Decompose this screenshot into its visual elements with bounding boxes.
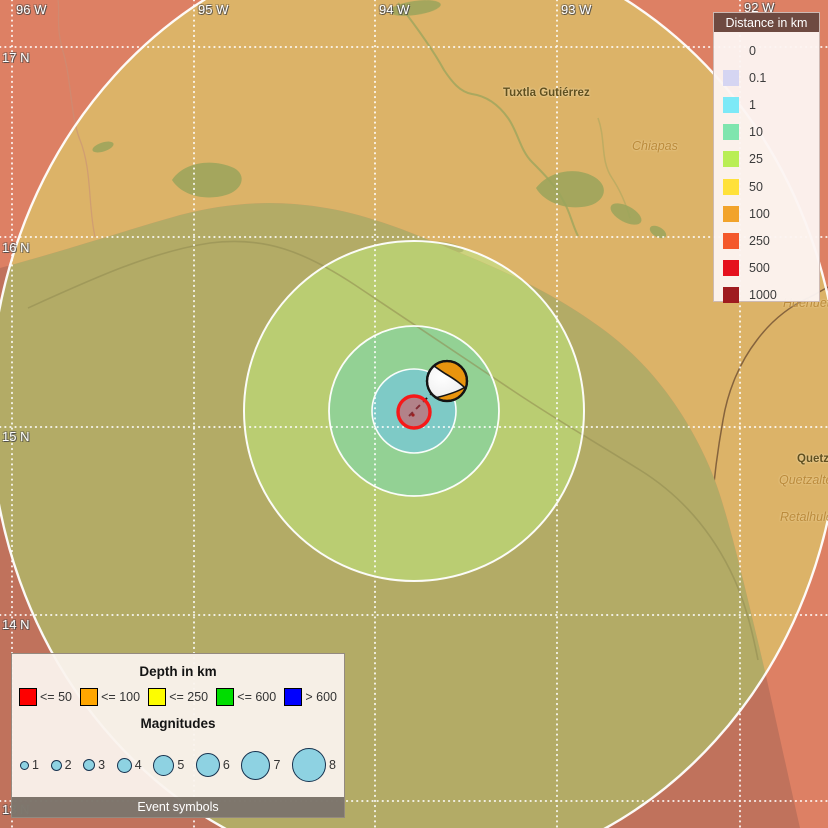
distance-swatch [723, 287, 739, 303]
magnitude-label: 7 [273, 758, 280, 772]
distance-value: 500 [749, 261, 770, 275]
distance-swatch [723, 124, 739, 140]
magnitude-item: 8 [292, 748, 336, 782]
distance-legend-row: 100 [723, 200, 819, 227]
depth-class-label: > 600 [305, 690, 337, 704]
depth-class: <= 600 [216, 688, 276, 706]
parallel-label: 16 N [2, 241, 29, 254]
distance-legend-panel: Distance in km 0 0.1 1 10 25 [713, 12, 820, 302]
magnitude-circle [292, 748, 326, 782]
depth-swatch [19, 688, 37, 706]
distance-swatch [723, 70, 739, 86]
distance-swatch [723, 97, 739, 113]
distance-value: 100 [749, 207, 770, 221]
distance-swatch [723, 179, 739, 195]
magnitudes-legend-title: Magnitudes [12, 716, 344, 731]
magnitude-item: 2 [51, 758, 72, 772]
magnitude-circle [196, 753, 220, 777]
magnitude-item: 4 [117, 758, 142, 773]
depth-swatch [216, 688, 234, 706]
distance-value: 25 [749, 152, 763, 166]
depth-class-label: <= 600 [237, 690, 276, 704]
distance-legend-row: 0 [723, 37, 819, 64]
depth-legend-title: Depth in km [12, 664, 344, 679]
parallel-label: 15 N [2, 430, 29, 443]
depth-class: > 600 [284, 688, 337, 706]
distance-legend-row: 1 [723, 91, 819, 118]
distance-value: 50 [749, 180, 763, 194]
meridian-label: 94 W [379, 3, 409, 16]
distance-swatch [723, 43, 739, 59]
distance-value: 1 [749, 98, 756, 112]
magnitude-label: 4 [135, 758, 142, 772]
distance-swatch [723, 260, 739, 276]
magnitude-label: 3 [98, 758, 105, 772]
distance-value: 1000 [749, 288, 777, 302]
distance-value: 10 [749, 125, 763, 139]
magnitude-label: 2 [65, 758, 72, 772]
meridian-label: 96 W [16, 3, 46, 16]
meridian-label: 95 W [198, 3, 228, 16]
meridian-label: 93 W [561, 3, 591, 16]
depth-class-label: <= 250 [169, 690, 208, 704]
magnitude-circle [51, 760, 62, 771]
distance-legend-title: Distance in km [714, 13, 819, 32]
distance-swatch [723, 151, 739, 167]
distance-swatch [723, 206, 739, 222]
magnitude-label: 8 [329, 758, 336, 772]
distance-legend-row: 0.1 [723, 64, 819, 91]
magnitude-circle [241, 751, 270, 780]
magnitude-label: 6 [223, 758, 230, 772]
city-label: Tuxtla Gutiérrez [503, 87, 590, 99]
epicenter-marker [398, 396, 430, 428]
magnitude-circle [83, 759, 95, 771]
seismic-map-view[interactable]: 96 W 95 W 94 W 93 W 92 W 17 N 16 N 15 N … [0, 0, 828, 828]
magnitude-label: 5 [177, 758, 184, 772]
event-symbols-footer: Event symbols [12, 797, 344, 817]
magnitude-label: 1 [32, 758, 39, 772]
region-label: Quetzaltenango [779, 473, 828, 487]
region-label: Chiapas [632, 139, 678, 153]
distance-legend-row: 1000 [723, 282, 819, 309]
distance-legend-rows: 0 0.1 1 10 25 50 [714, 32, 819, 309]
distance-value: 0.1 [749, 71, 766, 85]
depth-swatch [284, 688, 302, 706]
event-legend-panel: Depth in km <= 50 <= 100 <= 250 <= 600 >… [11, 653, 345, 818]
focal-mechanism-beachball [427, 361, 467, 401]
magnitude-item: 1 [20, 758, 39, 772]
distance-legend-row: 10 [723, 119, 819, 146]
distance-legend-row: 250 [723, 227, 819, 254]
city-label: Quetzaltenango [797, 453, 828, 465]
depth-class-label: <= 100 [101, 690, 140, 704]
depth-classes: <= 50 <= 100 <= 250 <= 600 > 600 [12, 688, 344, 706]
magnitude-circle [153, 755, 174, 776]
distance-value: 0 [749, 44, 756, 58]
magnitude-item: 6 [196, 753, 230, 777]
distance-value: 250 [749, 234, 770, 248]
distance-legend-row: 25 [723, 146, 819, 173]
magnitude-item: 5 [153, 755, 184, 776]
parallel-label: 17 N [2, 51, 29, 64]
magnitude-circle [20, 761, 29, 770]
depth-swatch [148, 688, 166, 706]
parallel-label: 14 N [2, 618, 29, 631]
depth-class: <= 250 [148, 688, 208, 706]
depth-class-label: <= 50 [40, 690, 72, 704]
depth-class: <= 100 [80, 688, 140, 706]
magnitude-circle [117, 758, 132, 773]
magnitude-scale: 1 2 3 4 5 6 7 [12, 745, 344, 785]
distance-legend-row: 500 [723, 255, 819, 282]
depth-swatch [80, 688, 98, 706]
distance-legend-row: 50 [723, 173, 819, 200]
depth-class: <= 50 [19, 688, 72, 706]
region-label: Retalhuleu [780, 510, 828, 524]
magnitude-item: 7 [241, 751, 280, 780]
magnitude-item: 3 [83, 758, 105, 772]
distance-swatch [723, 233, 739, 249]
